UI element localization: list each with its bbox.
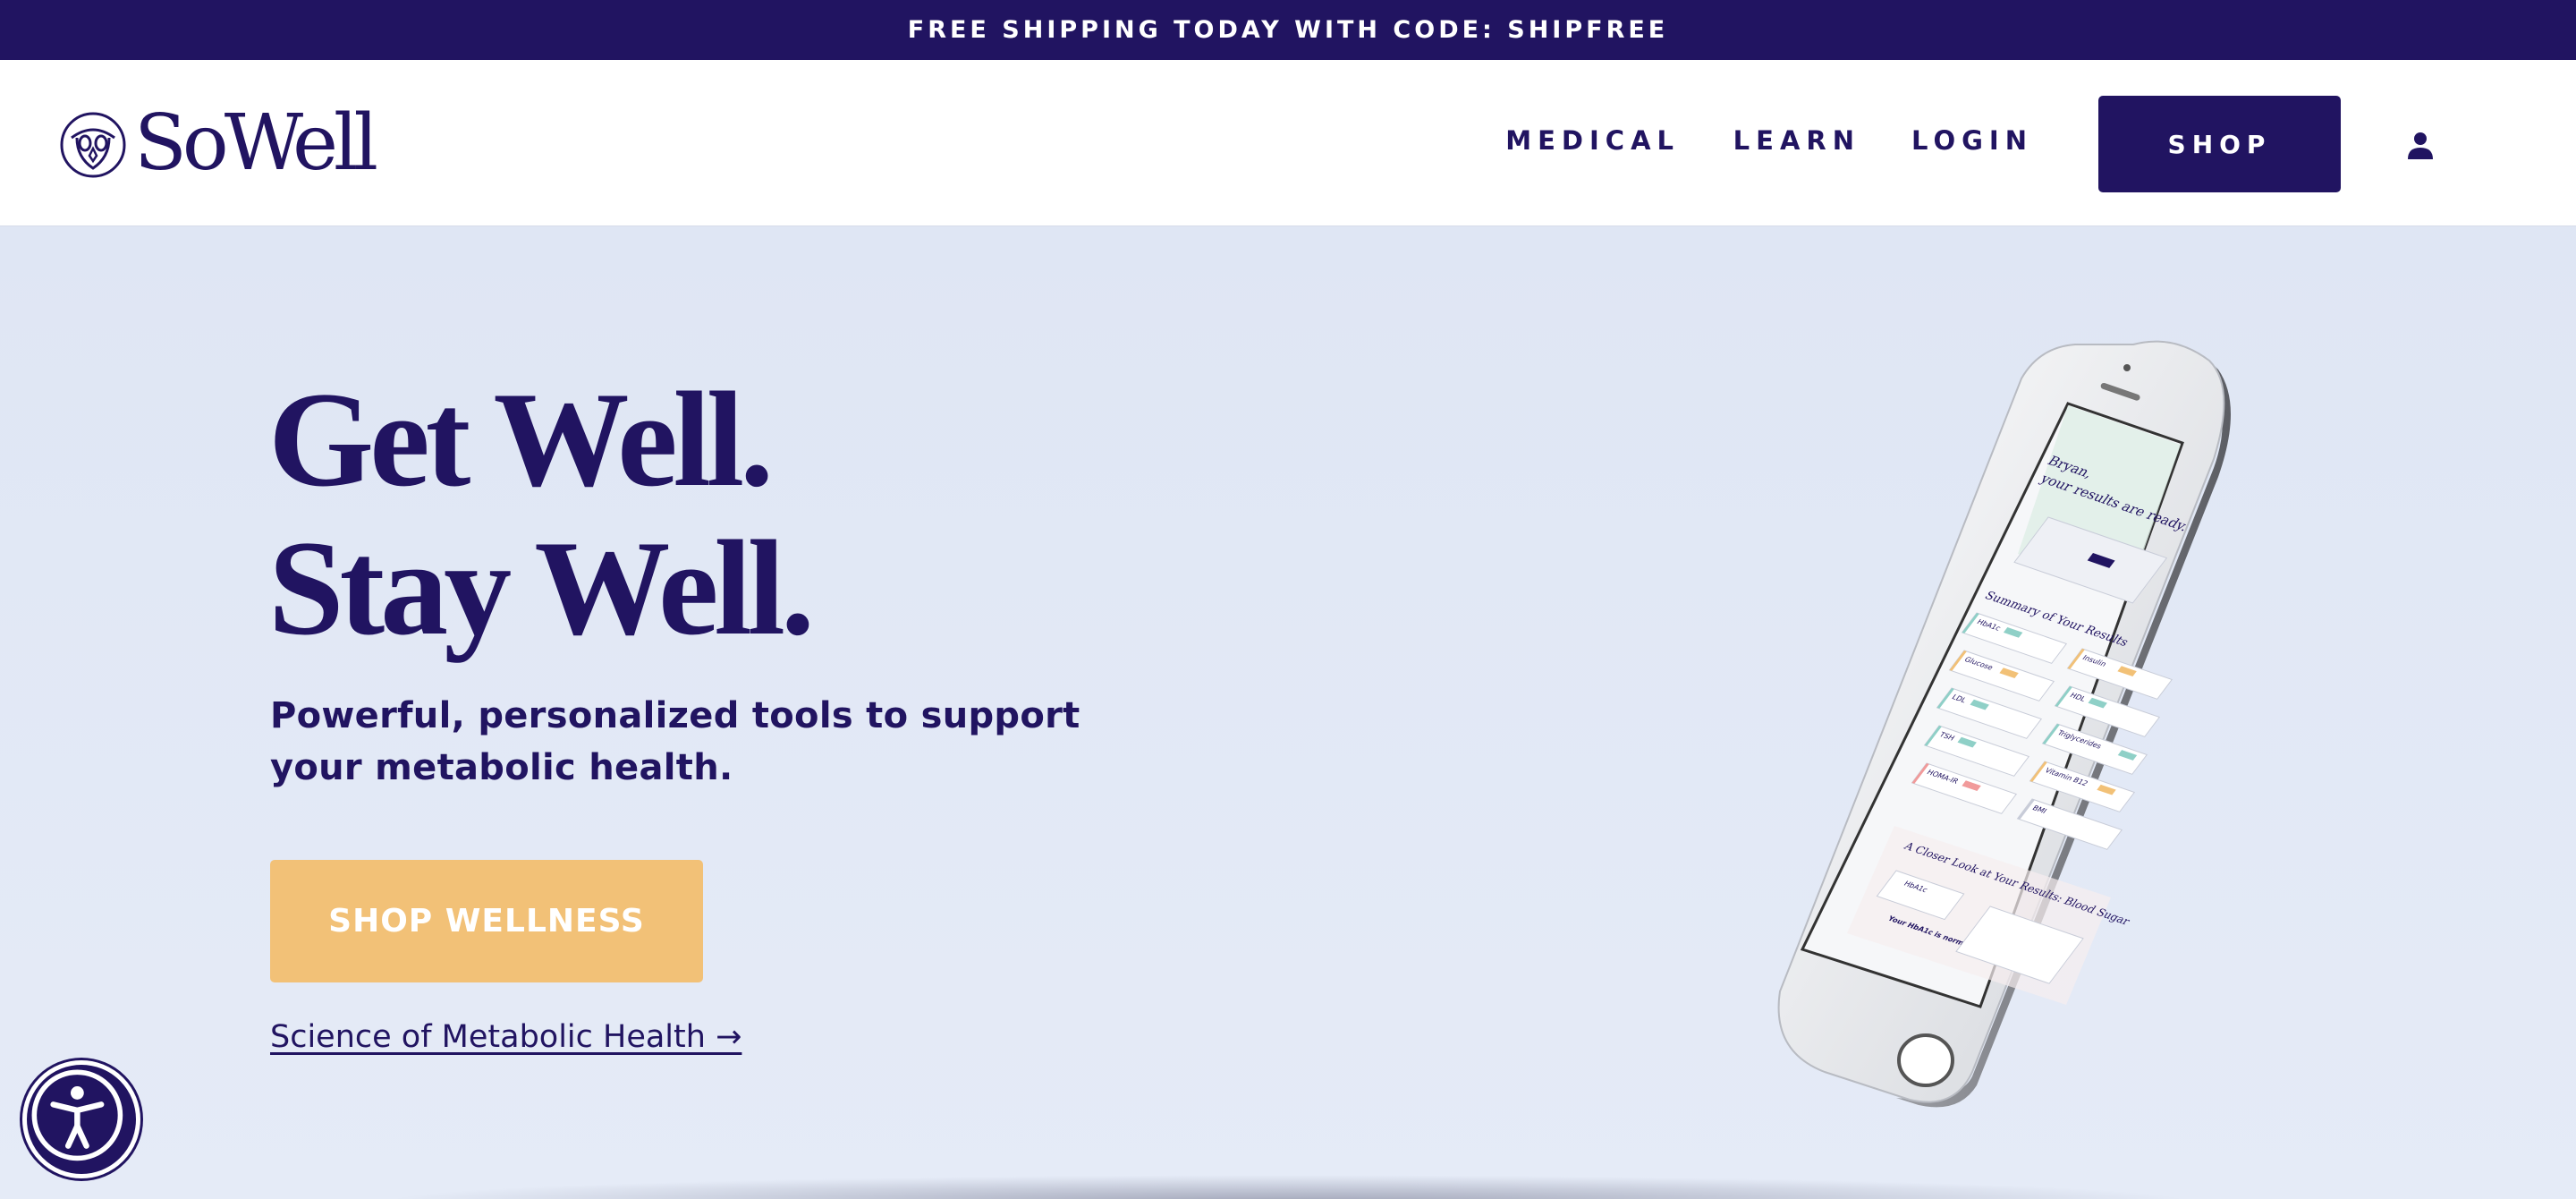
nav-learn-link[interactable]: LEARN: [1733, 123, 1860, 158]
promo-text: FREE SHIPPING TODAY WITH CODE: SHIPFREE: [907, 16, 1669, 44]
logo-wordmark: SoWell: [134, 98, 378, 188]
shop-wellness-button[interactable]: SHOP WELLNESS: [270, 860, 703, 982]
logo-link[interactable]: SoWell: [59, 98, 378, 188]
hero-title-line-1: Get Well.: [268, 364, 774, 514]
hero-title-line-2: Stay Well.: [268, 513, 815, 663]
hero-title: Get Well. Stay Well.: [268, 364, 815, 663]
nav-login-link[interactable]: LOGIN: [1911, 123, 2033, 158]
phone-mockup-image: Bryan, your results are ready. Summary o…: [1777, 340, 2231, 1108]
owl-logo-icon: [60, 112, 126, 178]
science-link[interactable]: Science of Metabolic Health →: [270, 1019, 741, 1055]
accessibility-button[interactable]: [22, 1060, 140, 1178]
user-icon[interactable]: [2405, 130, 2436, 160]
accessibility-icon: [31, 1069, 123, 1161]
nav-medical-link[interactable]: MEDICAL: [1505, 123, 1680, 158]
section-shadow: [376, 1175, 2200, 1199]
hero-subtitle: Powerful, personalized tools to support …: [270, 695, 1080, 788]
hero-section: Get Well. Stay Well. Powerful, personali…: [0, 226, 2576, 1199]
shop-button[interactable]: SHOP: [2098, 96, 2341, 192]
promo-banner: FREE SHIPPING TODAY WITH CODE: SHIPFREE: [0, 0, 2576, 60]
site-header: SoWell MEDICAL LEARN LOGIN SHOP: [0, 60, 2576, 226]
